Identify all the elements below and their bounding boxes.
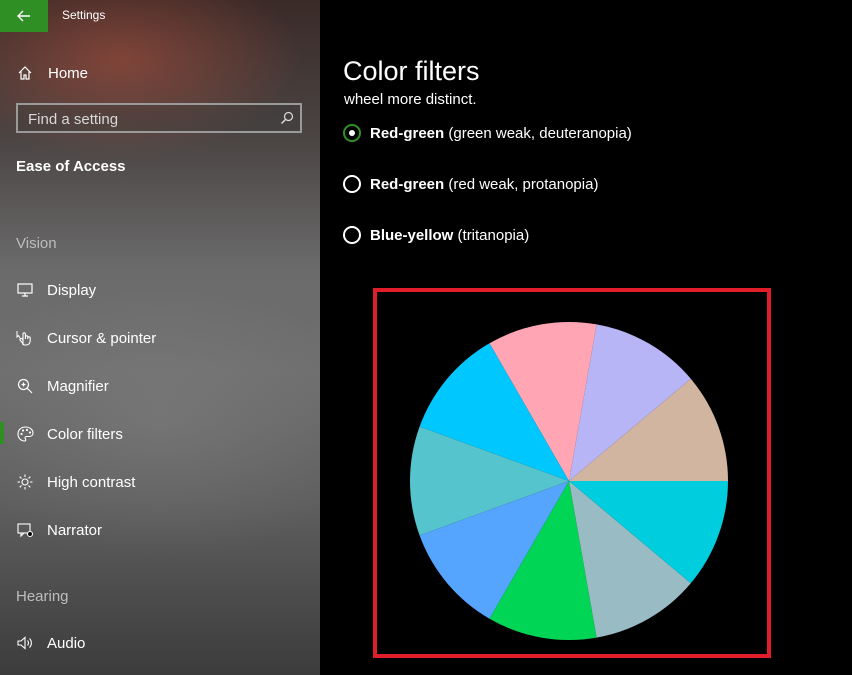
radio-red-green-protanopia[interactable]: Red-green (red weak, protanopia) [343,175,598,193]
sidebar-item-home[interactable]: Home [0,53,320,93]
sidebar-item-label: High contrast [47,473,136,491]
description-line: wheel more distinct. [344,91,477,106]
radio-label-detail: (tritanopia) [453,226,530,244]
sidebar-item-label: Narrator [47,521,103,539]
radio-circle [343,124,361,142]
radio-circle [343,175,361,193]
sidebar-item-display[interactable]: Display [0,270,320,310]
search-icon [281,111,294,124]
search-placeholder: Find a setting [28,111,119,128]
radio-label-bold: Red-green [370,124,445,142]
sidebar-item-high-contrast[interactable]: High contrast [0,462,320,502]
sidebar-item-narrator[interactable]: Narrator [0,510,320,550]
sidebar-item-label: Home [48,64,89,82]
page-title: Color filters [343,56,480,86]
radio-blue-yellow-tritanopia[interactable]: Blue-yellow (tritanopia) [343,226,529,244]
search-input[interactable]: Find a setting [16,103,302,133]
radio-label: Red-green (red weak, protanopia) [370,176,598,193]
color-wheel [410,322,728,640]
sidebar: Settings Home Find a setting Ease of Acc… [0,0,320,675]
sidebar-item-color-filters[interactable]: Color filters [0,414,320,454]
brightness-icon [16,473,34,491]
group-title-vision: Vision [16,235,57,252]
sidebar-item-magnifier[interactable]: Magnifier [0,366,320,406]
description-text: wheel more distinct. [344,88,744,106]
sidebar-item-cursor-pointer[interactable]: Cursor & pointer [0,318,320,358]
sidebar-item-label: Display [47,281,97,299]
sidebar-item-label: Cursor & pointer [47,329,157,347]
back-arrow-icon [17,10,30,22]
sidebar-item-label: Audio [47,634,86,652]
sidebar-item-label: Magnifier [47,377,109,395]
radio-label-detail: (red weak, protanopia) [444,175,599,193]
section-title: Ease of Access [16,158,126,175]
narrator-icon [16,521,34,539]
back-button[interactable] [0,0,48,32]
window-title: Settings [62,8,106,22]
magnifier-icon [16,377,34,395]
cursor-hand-icon [16,329,34,347]
radio-red-green-deuteranopia[interactable]: Red-green (green weak, deuteranopia) [343,124,632,142]
home-icon [16,64,34,82]
palette-icon [16,425,34,443]
speaker-icon [16,634,34,652]
radio-circle [343,226,361,244]
monitor-icon [16,281,34,299]
radio-label: Blue-yellow (tritanopia) [370,227,529,244]
radio-label: Red-green (green weak, deuteranopia) [370,125,632,142]
radio-label-bold: Red-green [370,175,445,193]
main-content: Color filters wheel more distinct. Red-g… [320,0,852,675]
radio-label-bold: Blue-yellow [370,226,454,244]
sidebar-item-label: Color filters [47,425,123,443]
sidebar-item-audio[interactable]: Audio [0,623,320,663]
group-title-hearing: Hearing [16,588,69,605]
radio-label-detail: (green weak, deuteranopia) [444,124,632,142]
